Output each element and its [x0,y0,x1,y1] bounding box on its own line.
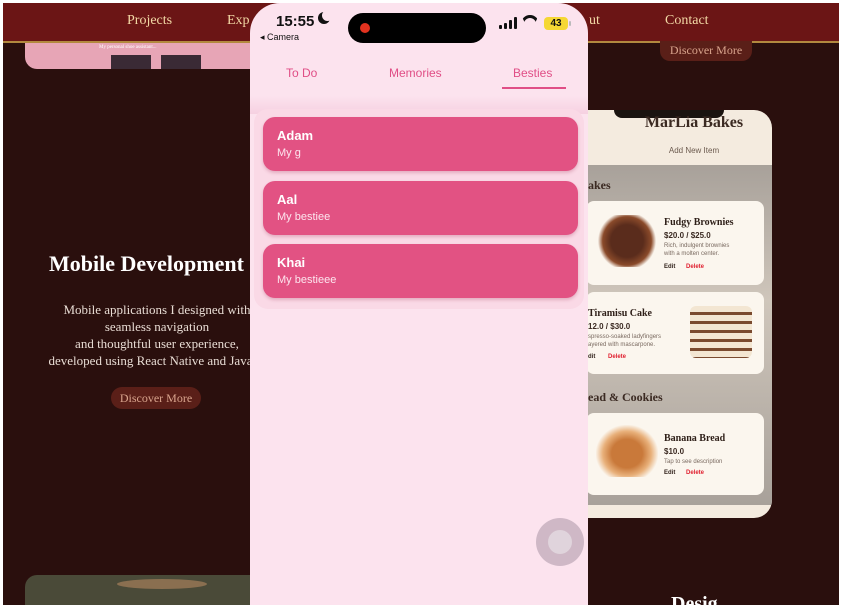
photo-subject [117,579,207,589]
active-tab-indicator [502,87,566,89]
menu-item-card[interactable]: Tiramisu Cake 12.0 / $30.0 spresso-soake… [586,292,764,374]
item-name: Banana Bread [664,433,726,444]
item-name: Tiramisu Cake [588,308,652,319]
bestie-description: My bestieee [277,274,337,286]
section-description: Mobile applications I designed with seam… [27,301,287,369]
add-new-item-button[interactable]: Add New Item [566,146,772,155]
phone-app-screen: 15:55 ◂ Camera 43 To Do Memories Besties… [250,3,588,605]
section-description-line: and thoughtful user experience, [75,336,239,351]
discover-more-button[interactable]: Discover More [111,387,201,409]
bestie-name: Adam [277,128,314,143]
nav-link-about[interactable]: ut [589,13,600,29]
menu-item-card[interactable]: Banana Bread $10.0 Tap to see descriptio… [586,413,764,495]
edit-button[interactable]: Edit [664,264,675,270]
edit-button[interactable]: Edit [664,470,675,476]
dynamic-island [348,13,486,43]
item-description: spresso-soaked ladyfingers [588,334,662,340]
item-description: with a molten center. [664,251,720,257]
project-preview-text: My personal shoe assistant... [99,45,157,50]
bestie-card[interactable]: Adam My g [263,117,578,171]
bestie-description: My g [277,147,301,159]
section-description-line: developed using React Native and JavaSc [48,353,266,368]
delete-button[interactable]: Delete [608,354,626,360]
battery-indicator: 43 [544,17,571,30]
item-price: $10.0 [664,447,685,456]
cellular-signal-icon [499,17,517,29]
category-heading-bread-cookies: ead & Cookies [588,390,663,404]
bakery-menu-list: akes Fudgy Brownies $20.0 / $25.0 Rich, … [566,165,772,505]
back-to-camera-link[interactable]: ◂ Camera [260,32,299,43]
bakery-title: MarLia Bakes [644,114,744,131]
bakery-app-mockup: MarLia Bakes Add New Item akes Fudgy Bro… [566,110,772,518]
bestie-name: Khai [277,255,306,270]
recording-indicator-icon [360,23,370,33]
bestie-description: My bestiee [277,211,331,223]
item-description: Tap to see description [664,459,723,465]
item-description: ayered with mascarpone. [588,342,656,348]
item-name: Fudgy Brownies [664,217,734,228]
delete-button[interactable]: Delete [686,264,704,270]
nav-link-projects[interactable]: Projects [127,13,172,29]
photo-card [25,575,265,605]
brownies-image [596,215,658,267]
wifi-icon [521,15,537,29]
section-title: Mobile Development [49,251,244,276]
assistive-touch-button[interactable] [536,518,584,566]
bestie-card[interactable]: Aal My bestiee [263,181,578,235]
delete-button[interactable]: Delete [686,470,704,476]
edit-button[interactable]: dit [588,354,595,360]
section-description-line: seamless navigation [104,319,210,334]
section-title-design: Desig [671,593,718,605]
category-heading-cakes: akes [588,178,611,192]
project-thumbnail [111,55,151,69]
moon-icon [318,10,333,24]
bestie-name: Aal [277,192,298,207]
banana-bread-image [596,425,658,477]
tab-memories[interactable]: Memories [389,66,442,80]
project-preview-card: My personal shoe assistant... [25,43,265,69]
project-thumbnail [161,55,201,69]
item-price: 12.0 / $30.0 [588,322,631,331]
item-description: Rich, indulgent brownies [664,243,730,249]
nav-link-contact[interactable]: Contact [665,13,709,29]
tiramisu-image [690,306,752,358]
section-description-line: Mobile applications I designed with [63,302,251,317]
discover-more-button[interactable]: Discover More [660,41,752,61]
menu-item-card[interactable]: Fudgy Brownies $20.0 / $25.0 Rich, indul… [586,201,764,285]
nav-link-experience[interactable]: Exp [227,13,250,29]
tab-todo[interactable]: To Do [286,66,317,80]
tab-besties[interactable]: Besties [513,66,552,80]
bestie-card[interactable]: Khai My bestieee [263,244,578,298]
status-time: 15:55 [276,13,315,30]
item-price: $20.0 / $25.0 [664,231,711,240]
